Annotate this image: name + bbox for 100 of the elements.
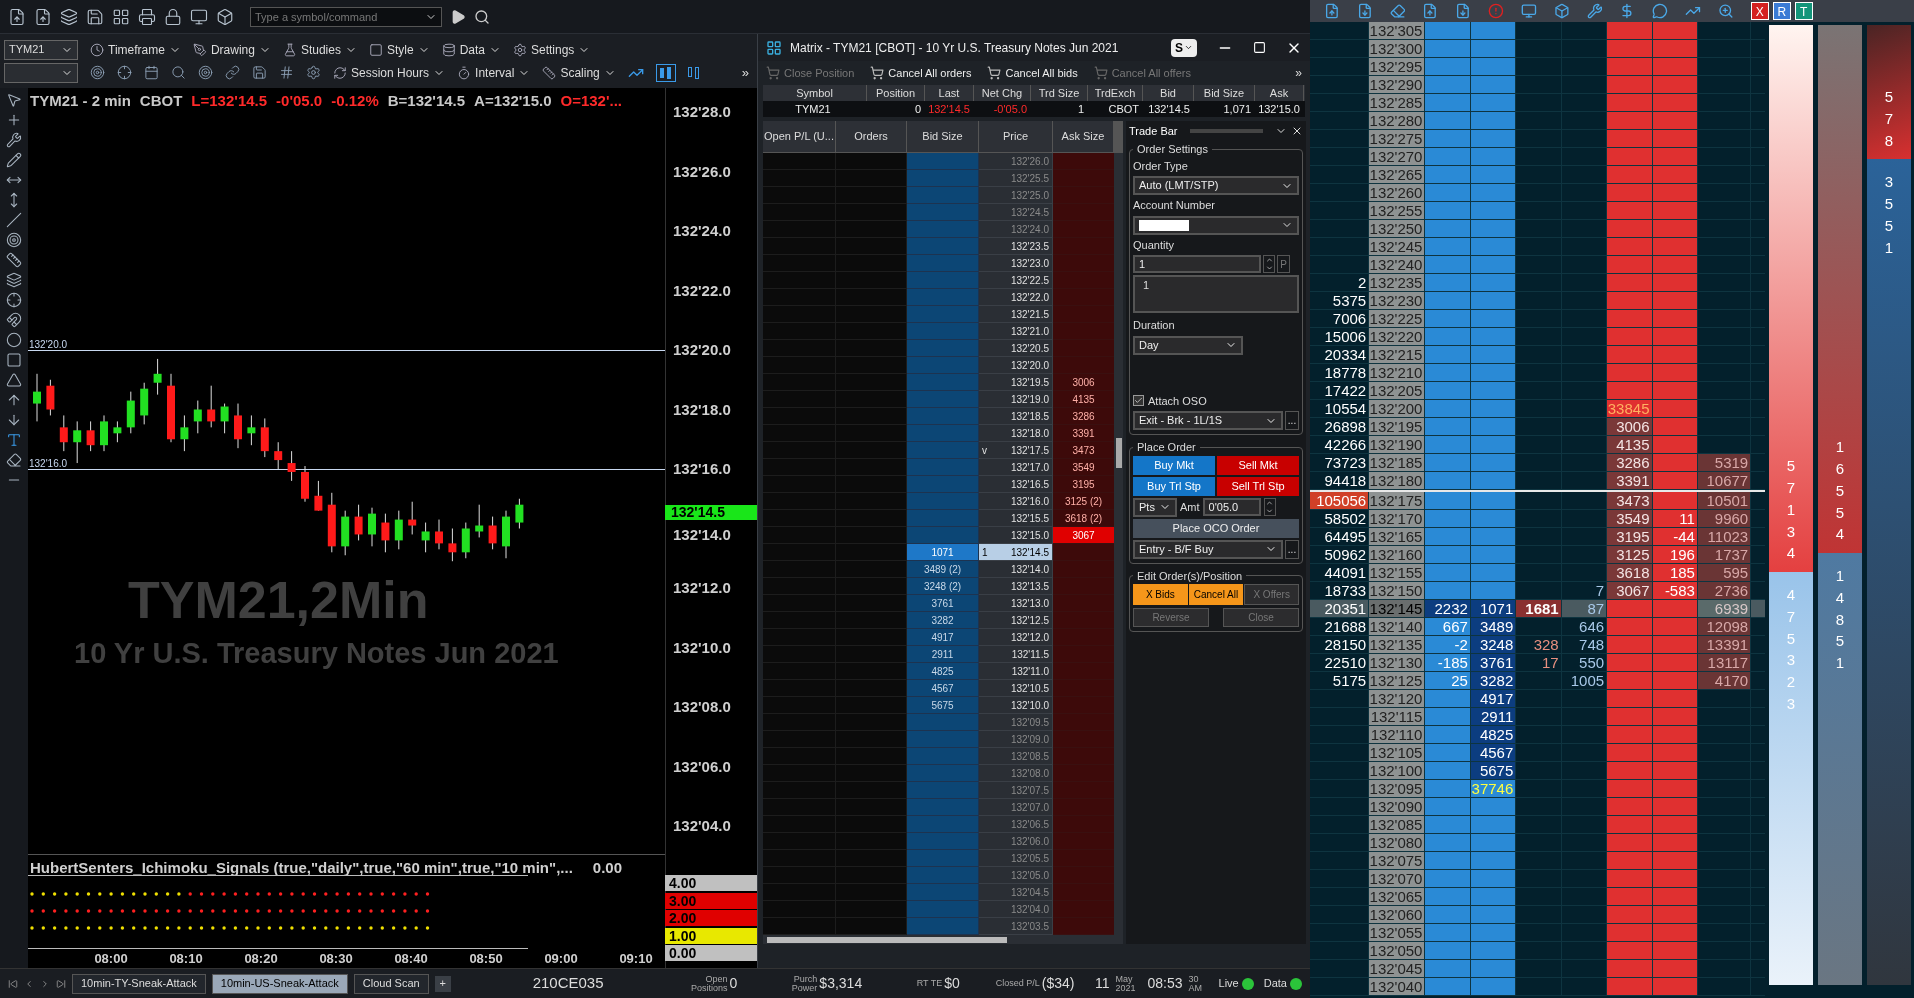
order-button[interactable]: Sell Mkt bbox=[1217, 455, 1299, 475]
bid-cell[interactable]: 2911 bbox=[1470, 708, 1517, 726]
price-cell[interactable]: 132'305 bbox=[1369, 22, 1426, 40]
price-cell[interactable]: 132'240 bbox=[1369, 256, 1426, 274]
ask-cell[interactable]: 4135 bbox=[1607, 436, 1653, 454]
menu-button[interactable]: Session Hours bbox=[333, 63, 446, 82]
ask-size-cell[interactable]: 3549 bbox=[1053, 459, 1114, 476]
price-cell[interactable]: 132'300 bbox=[1369, 40, 1426, 58]
ask-size-cell[interactable]: 3391 bbox=[1053, 425, 1114, 442]
price-cell[interactable]: 132'07.5 bbox=[979, 782, 1053, 799]
price-cell[interactable]: 132'06.0 bbox=[979, 833, 1053, 850]
ask-size-cell[interactable]: 3125 (2) bbox=[1053, 493, 1114, 510]
ask-cell[interactable]: 3125 bbox=[1607, 546, 1653, 564]
price-cell[interactable]: 132'22.0 bbox=[979, 289, 1053, 306]
price-cell[interactable]: 132'210 bbox=[1369, 364, 1426, 382]
price-cell[interactable]: 132'05.0 bbox=[979, 867, 1053, 884]
price-cell[interactable]: 132'130 bbox=[1369, 654, 1426, 672]
price-cell[interactable]: 132'21.0 bbox=[979, 323, 1053, 340]
bid-size-cell[interactable]: 4567 bbox=[907, 680, 979, 697]
toolbar-button[interactable]: R bbox=[1772, 2, 1791, 20]
bid-size-cell[interactable]: 3248 (2) bbox=[907, 578, 979, 595]
ask-size-cell[interactable]: 3473 bbox=[1053, 442, 1114, 459]
ask-size-cell[interactable]: 3067 bbox=[1053, 527, 1114, 544]
bid-cell[interactable]: -2 bbox=[1425, 636, 1471, 654]
bid-cell[interactable]: 25 bbox=[1425, 672, 1471, 690]
bid-cell[interactable]: -185 bbox=[1425, 654, 1471, 672]
price-cell[interactable]: 132'120 bbox=[1369, 690, 1426, 708]
ask-cell[interactable]: 3067 bbox=[1607, 582, 1653, 600]
price-cell[interactable]: 1 132'14.5 bbox=[979, 544, 1053, 561]
symbol-input[interactable]: Type a symbol/command bbox=[251, 7, 421, 26]
quantity-input[interactable]: 1 bbox=[1133, 255, 1261, 273]
menu-button[interactable]: Style bbox=[368, 40, 430, 59]
price-cell[interactable]: 132'13.5 bbox=[979, 578, 1053, 595]
bid-cell[interactable]: 3761 bbox=[1470, 654, 1517, 672]
price-cell[interactable]: 132'080 bbox=[1369, 834, 1426, 852]
price-cell[interactable]: 132'08.0 bbox=[979, 765, 1053, 782]
ask-cell[interactable]: 196 bbox=[1652, 546, 1698, 564]
price-cell[interactable]: 132'105 bbox=[1369, 744, 1426, 762]
ask-cell[interactable]: 3473 bbox=[1607, 492, 1653, 510]
price-cell[interactable]: 132'19.5 bbox=[979, 374, 1053, 391]
bid-cell[interactable]: 3489 bbox=[1470, 618, 1517, 636]
price-cell[interactable]: 132'245 bbox=[1369, 238, 1426, 256]
price-cell[interactable]: 132'03.5 bbox=[979, 918, 1053, 935]
price-cell[interactable]: 132'17.0 bbox=[979, 459, 1053, 476]
ask-cell[interactable]: 185 bbox=[1652, 564, 1698, 582]
bid-size-cell[interactable]: 3489 (2) bbox=[907, 561, 979, 578]
price-cell[interactable]: 132'12.5 bbox=[979, 612, 1053, 629]
price-cell[interactable]: 132'200 bbox=[1369, 400, 1426, 418]
ask-size-cell[interactable]: 3195 bbox=[1053, 476, 1114, 493]
price-cell[interactable]: 132'290 bbox=[1369, 76, 1426, 94]
price-cell[interactable]: 132'180 bbox=[1369, 472, 1426, 490]
ask-cell[interactable]: -44 bbox=[1652, 528, 1698, 546]
price-cell[interactable]: 132'050 bbox=[1369, 942, 1426, 960]
price-cell[interactable]: 132'24.5 bbox=[979, 204, 1053, 221]
more-button[interactable]: ... bbox=[1285, 411, 1299, 430]
order-type-dropdown[interactable]: Auto (LMT/STP) bbox=[1133, 176, 1299, 195]
price-cell[interactable]: 132'20.0 bbox=[979, 357, 1053, 374]
price-cell[interactable]: v 132'17.5 bbox=[979, 442, 1053, 459]
ask-cell[interactable]: 3286 bbox=[1607, 454, 1653, 472]
menu-button[interactable]: Studies bbox=[282, 40, 357, 59]
edit-button[interactable]: Cancel All bbox=[1188, 584, 1244, 605]
menu-button[interactable]: Interval bbox=[457, 63, 531, 82]
price-cell[interactable]: 132'045 bbox=[1369, 960, 1426, 978]
sheet-tab[interactable]: Cloud Scan bbox=[353, 973, 429, 994]
price-cell[interactable]: 132'190 bbox=[1369, 436, 1426, 454]
price-cell[interactable]: 132'055 bbox=[1369, 924, 1426, 942]
price-cell[interactable]: 132'09.0 bbox=[979, 731, 1053, 748]
price-cell[interactable]: 132'04.5 bbox=[979, 884, 1053, 901]
sheet-tab[interactable]: 10min-TY-Sneak-Attack bbox=[72, 973, 206, 994]
bid-size-cell[interactable]: 3761 bbox=[907, 595, 979, 612]
bid-size-cell[interactable]: 3282 bbox=[907, 612, 979, 629]
bid-cell[interactable]: 2232 bbox=[1425, 600, 1471, 618]
unit-dropdown[interactable]: Pts bbox=[1133, 497, 1177, 517]
order-button[interactable]: Buy Mkt bbox=[1133, 455, 1215, 475]
price-cell[interactable]: 132'145 bbox=[1369, 600, 1426, 618]
price-cell[interactable]: 132'21.5 bbox=[979, 306, 1053, 323]
price-cell[interactable]: 132'165 bbox=[1369, 528, 1426, 546]
price-cell[interactable]: 132'235 bbox=[1369, 274, 1426, 292]
bid-cell[interactable]: 5675 bbox=[1470, 762, 1517, 780]
price-cell[interactable]: 132'11.5 bbox=[979, 646, 1053, 663]
menu-button[interactable]: Settings bbox=[513, 40, 591, 59]
ask-cell[interactable]: 3391 bbox=[1607, 472, 1653, 490]
price-cell[interactable]: 132'12.0 bbox=[979, 629, 1053, 646]
price-cell[interactable]: 132'18.5 bbox=[979, 408, 1053, 425]
oco-button[interactable]: Place OCO Order bbox=[1133, 518, 1299, 538]
price-cell[interactable]: 132'26.0 bbox=[979, 153, 1053, 170]
bid-cell[interactable]: 4567 bbox=[1470, 744, 1517, 762]
bid-cell[interactable]: 3248 bbox=[1470, 636, 1517, 654]
price-cell[interactable]: 132'22.5 bbox=[979, 272, 1053, 289]
price-cell[interactable]: 132'07.0 bbox=[979, 799, 1053, 816]
price-cell[interactable]: 132'19.0 bbox=[979, 391, 1053, 408]
price-cell[interactable]: 132'25.0 bbox=[979, 187, 1053, 204]
price-cell[interactable]: 132'090 bbox=[1369, 798, 1426, 816]
price-cell[interactable]: 132'160 bbox=[1369, 546, 1426, 564]
ask-cell[interactable]: -583 bbox=[1652, 582, 1698, 600]
bid-size-cell[interactable]: 4917 bbox=[907, 629, 979, 646]
menu-button[interactable]: Drawing bbox=[192, 40, 271, 59]
ask-size-cell[interactable]: 3286 bbox=[1053, 408, 1114, 425]
price-cell[interactable]: 132'115 bbox=[1369, 708, 1426, 726]
price-cell[interactable]: 132'10.0 bbox=[979, 697, 1053, 714]
